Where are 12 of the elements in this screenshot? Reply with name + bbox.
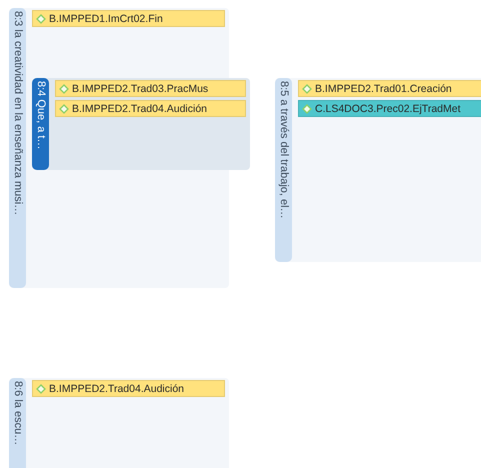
code-tag[interactable]: B.IMPPED2.Trad03.PracMus bbox=[55, 80, 246, 97]
diamond-icon bbox=[36, 384, 46, 394]
quotation-label[interactable]: 8:3 la creatividad en la enseñanza musi… bbox=[9, 8, 26, 288]
code-tag[interactable]: C.LS4DOC3.Prec02.EjTradMet bbox=[298, 100, 481, 117]
code-tag[interactable]: B.IMPPED2.Trad04.Audición bbox=[32, 380, 225, 397]
code-tag[interactable]: B.IMPPED2.Trad01.Creación bbox=[298, 80, 481, 97]
code-tag[interactable]: B.IMPPED1.ImCrt02.Fin bbox=[32, 10, 225, 27]
quotation-label[interactable]: 8:6 la escu… bbox=[9, 378, 26, 468]
diamond-icon bbox=[36, 14, 46, 24]
quotation-label[interactable]: 8:4 Que, a t… bbox=[32, 78, 49, 170]
code-tag[interactable]: B.IMPPED2.Trad04.Audición bbox=[55, 100, 246, 117]
quotation-label[interactable]: 8:5 a través del trabajo, el… bbox=[275, 78, 292, 262]
